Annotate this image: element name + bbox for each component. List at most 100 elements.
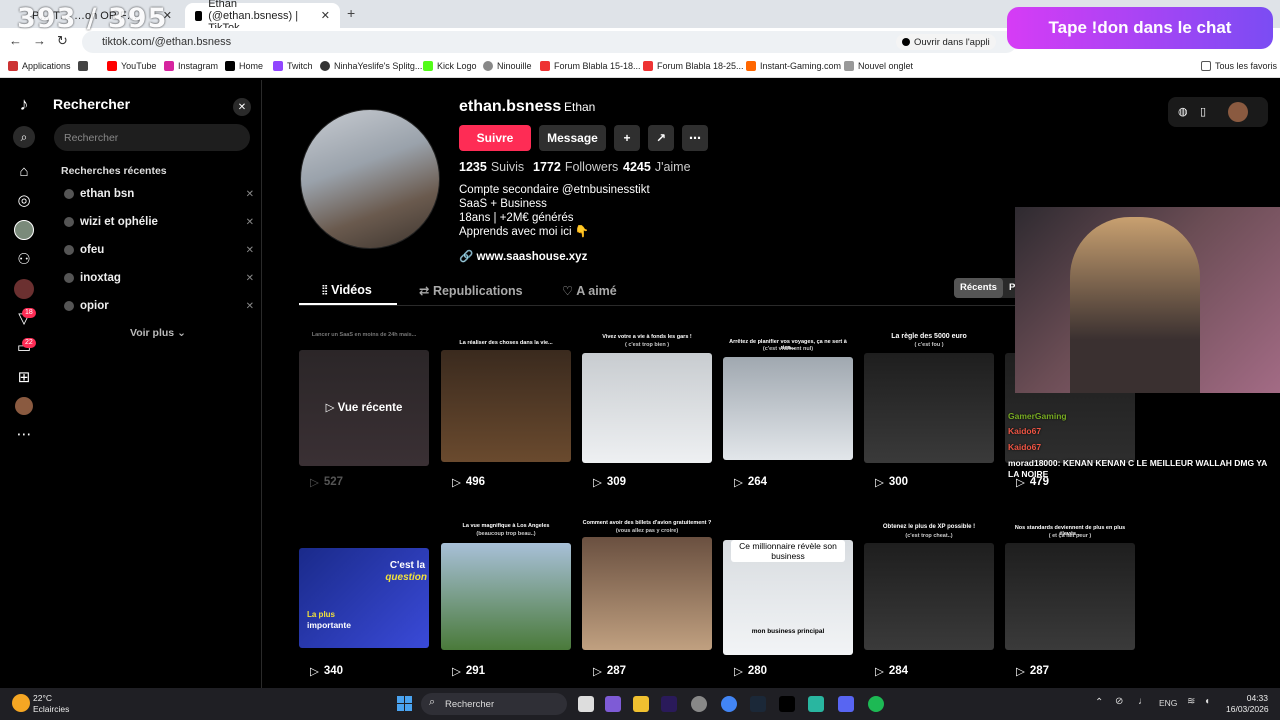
avatar[interactable] bbox=[1228, 102, 1248, 122]
bookmark-label: Instagram bbox=[178, 61, 219, 71]
video-thumbnail[interactable] bbox=[582, 537, 712, 650]
remove-icon[interactable]: ✕ bbox=[246, 301, 254, 312]
task-view-icon[interactable] bbox=[578, 696, 594, 712]
add-friend-icon[interactable]: + bbox=[614, 125, 640, 151]
search-input[interactable]: Rechercher bbox=[54, 124, 250, 151]
windows-start-icon[interactable] bbox=[397, 696, 412, 711]
share-icon[interactable]: ↗ bbox=[648, 125, 674, 151]
remove-icon[interactable]: ✕ bbox=[246, 245, 254, 256]
friends-icon[interactable]: ⚇ bbox=[13, 248, 35, 270]
bookmark-instagram[interactable]: Instagram bbox=[164, 61, 218, 71]
view-count: 287 bbox=[1029, 665, 1050, 677]
taskbar-search[interactable]: ⌕ Rechercher bbox=[421, 693, 567, 715]
discord-icon[interactable] bbox=[838, 696, 854, 712]
new-tab-button[interactable]: + bbox=[347, 5, 355, 21]
app-icon[interactable] bbox=[605, 696, 621, 712]
clock[interactable]: 04:33 16/03/2026 bbox=[1226, 693, 1269, 715]
message-button[interactable]: Message bbox=[539, 125, 606, 151]
reload-icon[interactable]: ↻ bbox=[57, 33, 68, 49]
network-off-icon[interactable]: ⊘ bbox=[1115, 696, 1123, 707]
video-thumbnail[interactable] bbox=[582, 353, 712, 463]
phone-icon[interactable]: ▯ bbox=[1200, 105, 1206, 118]
video-thumbnail[interactable] bbox=[441, 350, 571, 462]
forward-icon[interactable]: → bbox=[33, 33, 46, 48]
upload-icon[interactable]: ⊞ bbox=[13, 366, 35, 388]
language-indicator[interactable]: ENG bbox=[1159, 698, 1177, 708]
bookmark-kick[interactable]: Kick Logo bbox=[423, 61, 477, 71]
tray-chevron-icon[interactable]: ⌃ bbox=[1095, 697, 1103, 708]
close-icon[interactable]: ✕ bbox=[233, 98, 251, 116]
video-views: ▷ 291 bbox=[452, 665, 486, 678]
more-icon[interactable]: ⋯ bbox=[13, 423, 35, 445]
tab-liked[interactable]: ♡ A aimé bbox=[562, 283, 617, 298]
remove-icon[interactable]: ✕ bbox=[246, 217, 254, 228]
video-thumbnail[interactable]: Ce millionnaire révèle son business mon … bbox=[723, 540, 853, 655]
bookmark-instant-gaming[interactable]: Instant-Gaming.com bbox=[746, 61, 841, 71]
video-thumbnail[interactable]: C'est la question La plus importante bbox=[299, 548, 429, 648]
url-field[interactable]: tiktok.com/@ethan.bsness bbox=[82, 31, 1017, 53]
chat-username: GamerGaming bbox=[1008, 411, 1067, 421]
recent-search-item[interactable]: ofeu ✕ bbox=[64, 240, 254, 260]
file-explorer-icon[interactable] bbox=[633, 696, 649, 712]
more-options-icon[interactable]: ⋯ bbox=[682, 125, 708, 151]
profile-link[interactable]: 🔗 www.saashouse.xyz bbox=[459, 249, 587, 263]
all-favorites-button[interactable]: Tous les favoris bbox=[1201, 61, 1277, 71]
avatar[interactable] bbox=[14, 279, 34, 299]
close-icon[interactable]: ✕ bbox=[321, 9, 330, 22]
bookmark-forum-18-25[interactable]: Forum Blabla 18-25... bbox=[643, 61, 744, 71]
bookmark-splitgate[interactable]: NinhaYeslife's Splitg... bbox=[320, 61, 422, 71]
tiktok-icon[interactable] bbox=[779, 696, 795, 712]
tiktok-logo-icon[interactable]: ♪ bbox=[13, 93, 35, 115]
following-count: 1235 bbox=[459, 160, 487, 174]
see-more-button[interactable]: Voir plus ⌄ bbox=[130, 327, 186, 339]
video-thumbnail[interactable] bbox=[864, 543, 994, 650]
bookmark-youtube[interactable]: YouTube bbox=[107, 61, 156, 71]
video-thumbnail[interactable] bbox=[441, 543, 571, 650]
tab-videos[interactable]: ⦙⦙ Vidéos bbox=[322, 283, 372, 298]
video-thumbnail[interactable] bbox=[1005, 543, 1135, 650]
bookmark-forum-15-18[interactable]: Forum Blabla 15-18... bbox=[540, 61, 641, 71]
bookmark-twitch[interactable]: Twitch bbox=[273, 61, 313, 71]
volume-icon[interactable]: ◖ bbox=[1204, 696, 1210, 707]
remove-icon[interactable]: ✕ bbox=[246, 273, 254, 284]
browser-tab-active[interactable]: Ethan (@ethan.bsness) | TikTok ✕ bbox=[185, 0, 340, 34]
steam-icon[interactable] bbox=[750, 696, 766, 712]
video-thumbnail[interactable] bbox=[723, 357, 853, 460]
recent-search-item[interactable]: opior ✕ bbox=[64, 296, 254, 316]
video-thumbnail[interactable] bbox=[864, 353, 994, 463]
weather-icon[interactable] bbox=[12, 694, 30, 712]
following-stat[interactable]: 1235 Suivis bbox=[459, 160, 524, 174]
bookmark-new-tab[interactable]: Nouvel onglet bbox=[844, 61, 913, 71]
spotify-icon[interactable] bbox=[868, 696, 884, 712]
recent-search-item[interactable]: wizi et ophélie ✕ bbox=[64, 212, 254, 232]
wifi-icon[interactable]: ≋ bbox=[1187, 696, 1195, 707]
tab-republications[interactable]: ⇄ Republications bbox=[419, 283, 523, 298]
obs-icon[interactable] bbox=[691, 696, 707, 712]
explore-icon[interactable]: ◎ bbox=[13, 189, 35, 211]
sort-recent[interactable]: Récents bbox=[954, 278, 1003, 298]
profile-avatar[interactable] bbox=[15, 397, 33, 415]
kick-icon bbox=[423, 61, 433, 71]
bookmark-home[interactable]: Home bbox=[225, 61, 263, 71]
premiere-icon[interactable] bbox=[661, 696, 677, 712]
settings-icon[interactable]: ◍ bbox=[1178, 105, 1188, 118]
avatar[interactable] bbox=[14, 220, 34, 240]
weather-widget[interactable]: 22°C Eclaircies bbox=[33, 693, 69, 715]
follow-button[interactable]: Suivre bbox=[459, 125, 531, 151]
app-icon[interactable] bbox=[808, 696, 824, 712]
chrome-icon[interactable] bbox=[721, 696, 737, 712]
home-icon[interactable]: ⌂ bbox=[13, 160, 35, 182]
back-icon[interactable]: ← bbox=[9, 33, 22, 48]
bookmark-ninouille[interactable]: Ninouille bbox=[483, 61, 532, 71]
bookmark-label: Twitch bbox=[287, 61, 313, 71]
bookmark-applications[interactable]: Applications bbox=[8, 61, 71, 71]
microphone-icon[interactable]: ♩ bbox=[1138, 696, 1148, 707]
followers-stat[interactable]: 1772 Followers bbox=[533, 160, 618, 174]
open-in-app-button[interactable]: Ouvrir dans l'appli bbox=[896, 34, 996, 50]
search-icon[interactable]: ⌕ bbox=[13, 126, 35, 148]
remove-icon[interactable]: ✕ bbox=[246, 189, 254, 200]
recent-search-item[interactable]: ethan bsn ✕ bbox=[64, 184, 254, 204]
grid-icon[interactable] bbox=[78, 61, 88, 71]
video-thumbnail[interactable]: ▷ Vue récente bbox=[299, 350, 429, 466]
recent-search-item[interactable]: inoxtag ✕ bbox=[64, 268, 254, 288]
